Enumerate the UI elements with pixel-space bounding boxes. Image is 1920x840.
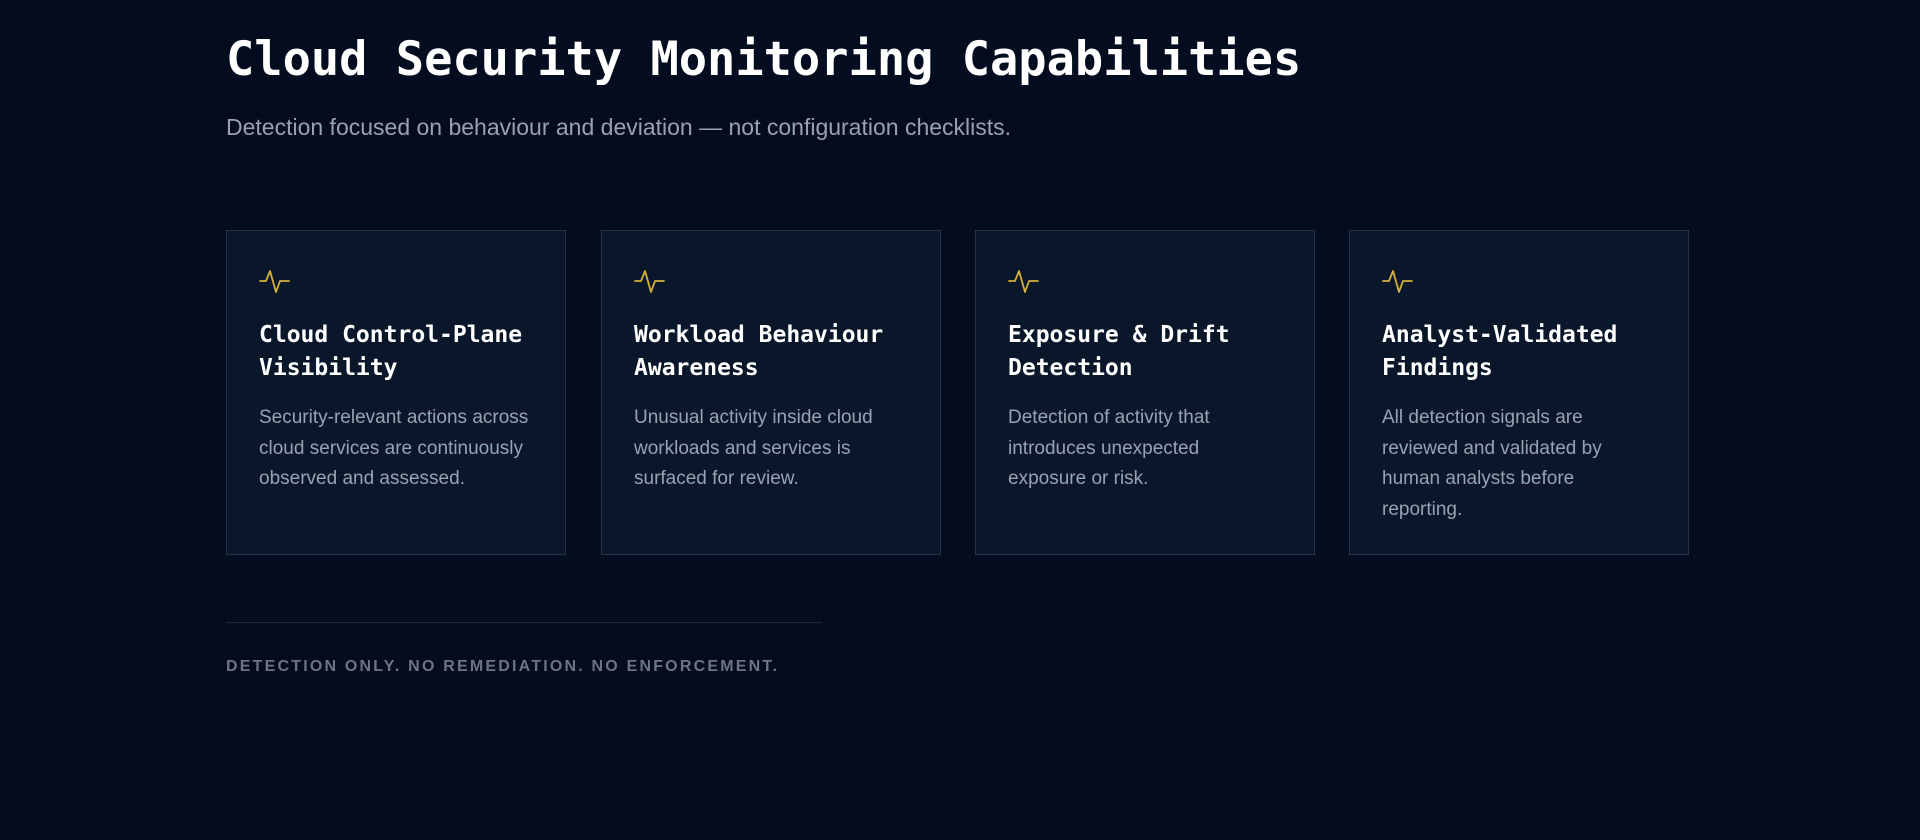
- activity-pulse-icon: [1382, 267, 1414, 295]
- section-subtitle: Detection focused on behaviour and devia…: [226, 114, 1012, 140]
- capability-card-analyst-validated: Analyst-Validated Findings All detection…: [1349, 230, 1689, 555]
- section-title: Cloud Security Monitoring Capabilities: [226, 32, 1302, 87]
- card-title: Workload Behaviour Awareness: [634, 322, 884, 381]
- card-title: Cloud Control-Plane Visibility: [259, 322, 523, 381]
- card-description: All detection signals are reviewed and v…: [1382, 407, 1602, 520]
- card-description: Detection of activity that introduces un…: [1008, 407, 1210, 489]
- activity-pulse-icon: [634, 267, 666, 295]
- card-description: Unusual activity inside cloud workloads …: [634, 407, 873, 489]
- footer-divider: [226, 622, 822, 623]
- capability-card-exposure-drift: Exposure & Drift Detection Detection of …: [975, 230, 1315, 555]
- capability-card-grid: Cloud Control-Plane Visibility Security-…: [226, 230, 1694, 558]
- capabilities-section: Cloud Security Monitoring Capabilities D…: [0, 0, 1920, 840]
- scope-disclaimer: DETECTION ONLY. NO REMEDIATION. NO ENFOR…: [226, 658, 780, 675]
- activity-pulse-icon: [259, 267, 291, 295]
- capability-card-workload-behaviour: Workload Behaviour Awareness Unusual act…: [601, 230, 941, 555]
- activity-pulse-icon: [1008, 267, 1040, 295]
- card-title: Exposure & Drift Detection: [1008, 322, 1230, 381]
- capability-card-control-plane: Cloud Control-Plane Visibility Security-…: [226, 230, 566, 555]
- card-description: Security-relevant actions across cloud s…: [259, 407, 529, 489]
- card-title: Analyst-Validated Findings: [1382, 322, 1618, 381]
